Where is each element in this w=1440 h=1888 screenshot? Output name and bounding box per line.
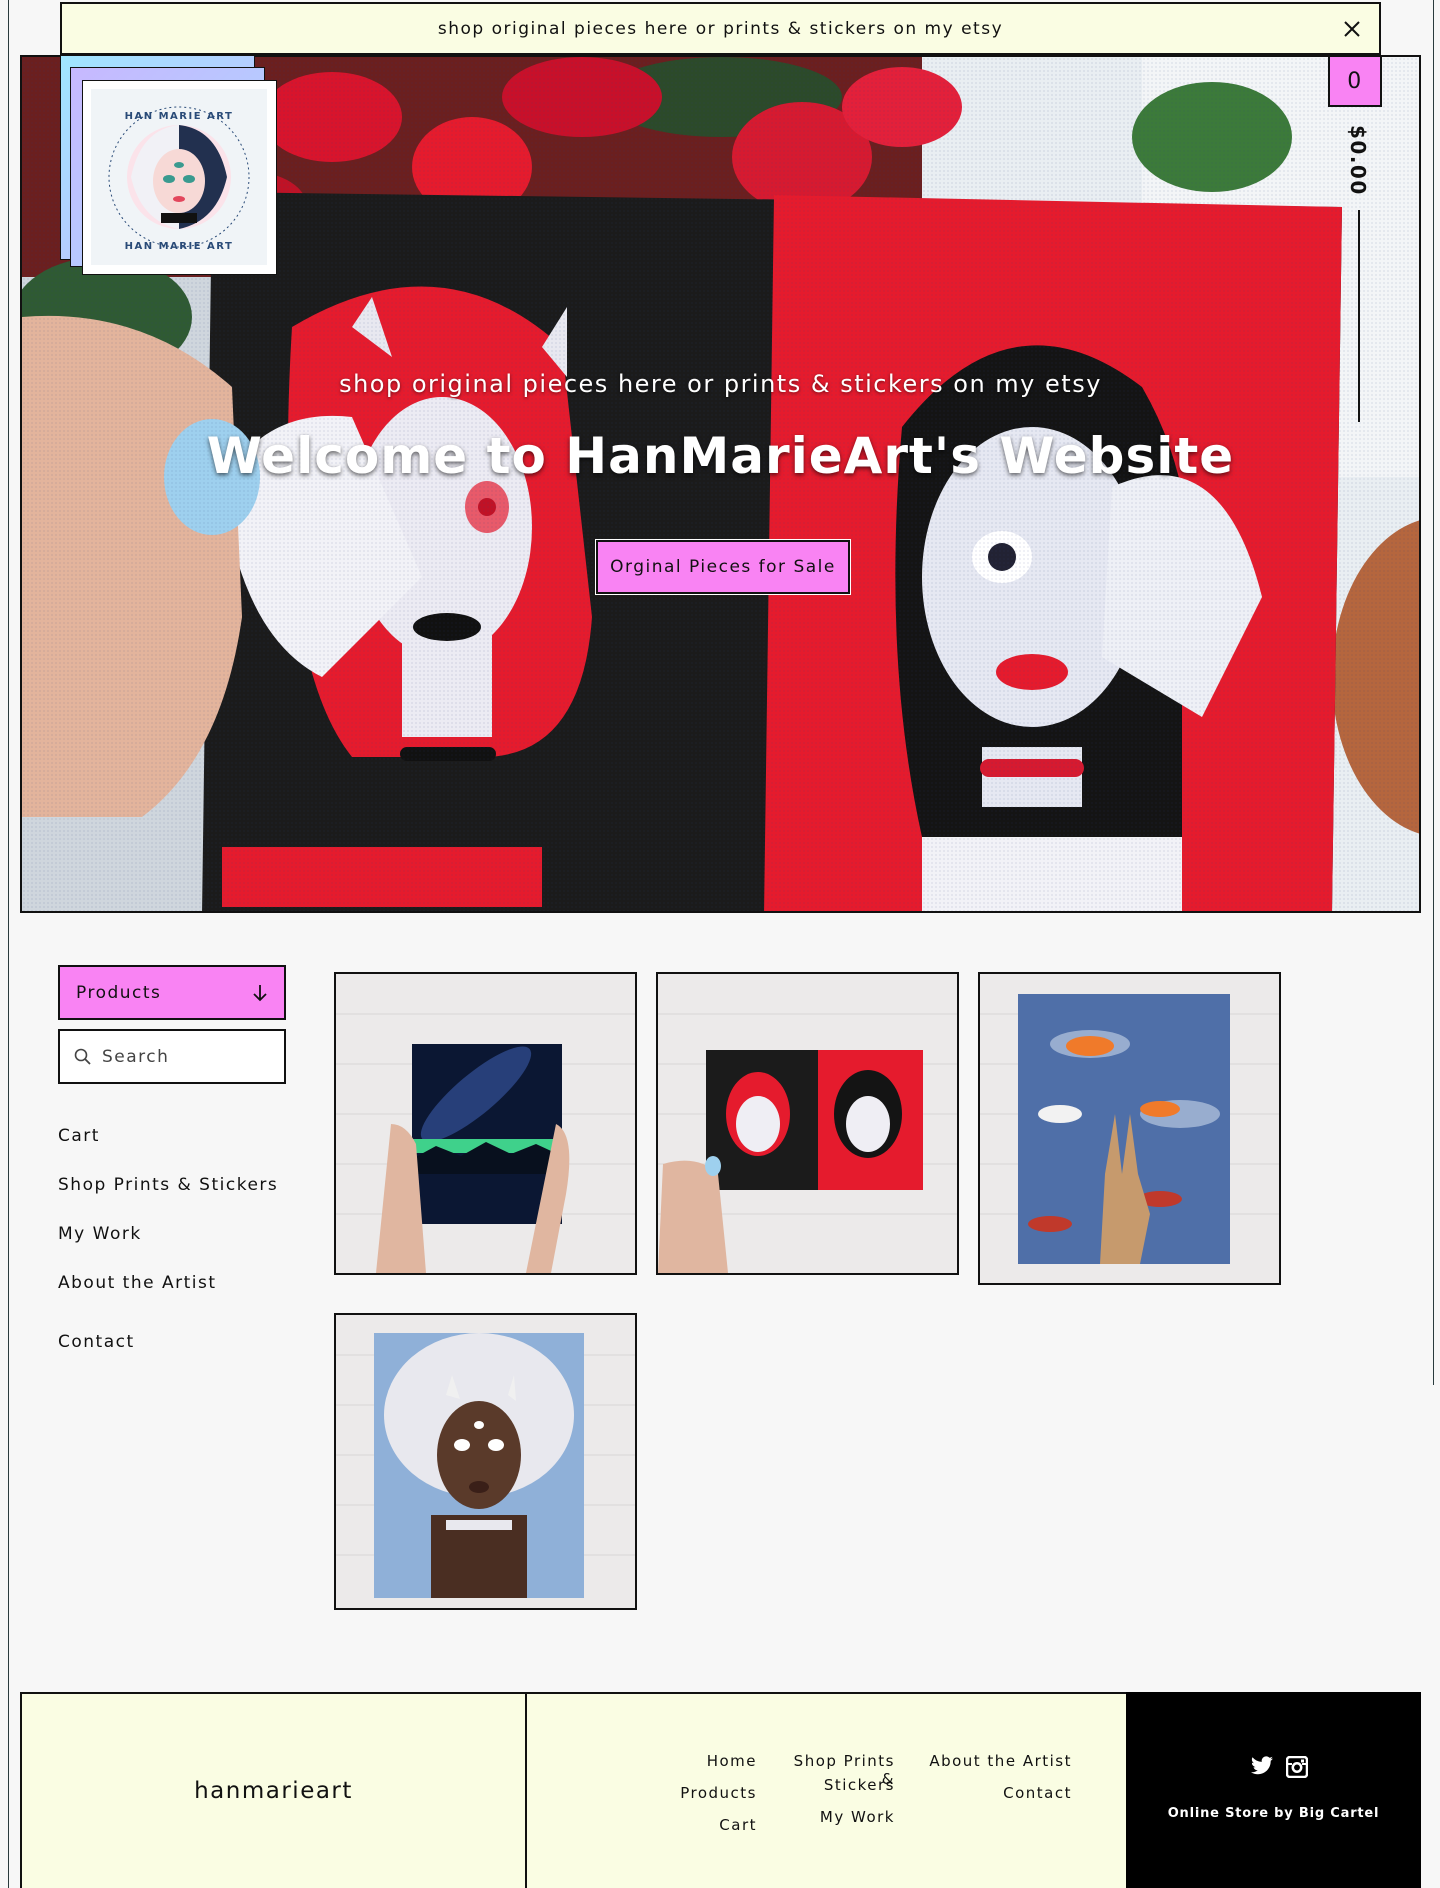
hero-title: Welcome to HanMarieArt's Website (206, 427, 1235, 485)
footer: hanmarieart Home Products Cart Shop Prin… (20, 1692, 1421, 1888)
close-icon[interactable] (1341, 18, 1363, 40)
footer-brand-name[interactable]: hanmarieart (194, 1778, 353, 1804)
instagram-icon[interactable] (1286, 1756, 1308, 1778)
footer-link-cart[interactable]: Cart (677, 1816, 757, 1834)
sidebar-item-about[interactable]: About the Artist (58, 1273, 217, 1293)
hero-subtitle: shop original pieces here or prints & st… (339, 370, 1102, 398)
search-input[interactable] (102, 1046, 262, 1067)
sidebar-item-cart[interactable]: Cart (58, 1126, 100, 1146)
product-image-afro-girl (336, 1315, 635, 1608)
logo-image: HAN MARIE ART HAN MARIE ART (82, 80, 277, 275)
footer-link-my-work[interactable]: My Work (777, 1808, 895, 1826)
product-card-1[interactable] (334, 972, 637, 1275)
search-box[interactable] (58, 1029, 286, 1084)
product-image-galaxy (336, 974, 635, 1273)
cart-count-badge[interactable]: 0 (1328, 55, 1382, 107)
logo-ring-top: HAN MARIE ART (125, 111, 234, 122)
product-image-koi-hand (980, 974, 1279, 1283)
sidebar-item-shop-prints[interactable]: Shop Prints & Stickers (58, 1175, 278, 1195)
logo-illustration: HAN MARIE ART HAN MARIE ART (91, 89, 267, 265)
footer-brand: hanmarieart (20, 1692, 527, 1888)
product-card-3[interactable] (978, 972, 1281, 1285)
cart-divider (1358, 210, 1360, 422)
logo-ring-bottom: HAN MARIE ART (125, 241, 234, 252)
announcement-bar: shop original pieces here or prints & st… (60, 2, 1381, 55)
footer-links: Home Products Cart Shop Prints & Sticker… (525, 1692, 1128, 1888)
original-pieces-button[interactable]: Orginal Pieces for Sale (596, 540, 850, 594)
twitter-icon[interactable] (1250, 1756, 1274, 1776)
products-dropdown[interactable]: Products (58, 965, 286, 1020)
footer-link-about[interactable]: About the Artist (922, 1752, 1072, 1770)
logo[interactable]: HAN MARIE ART HAN MARIE ART (60, 55, 280, 275)
product-image-devil-girls (658, 974, 957, 1273)
sidebar-item-my-work[interactable]: My Work (58, 1224, 142, 1244)
page-edge-left (8, 0, 9, 1888)
footer-link-contact[interactable]: Contact (952, 1784, 1072, 1802)
sidebar-item-contact[interactable]: Contact (58, 1332, 135, 1352)
product-card-2[interactable] (656, 972, 959, 1275)
footer-link-products[interactable]: Products (637, 1784, 757, 1802)
search-icon (74, 1048, 91, 1065)
page-edge-right (1433, 0, 1434, 1385)
products-dropdown-label: Products (76, 982, 162, 1003)
footer-link-home[interactable]: Home (677, 1752, 757, 1770)
arrow-down-icon (253, 984, 267, 1001)
product-card-4[interactable] (334, 1313, 637, 1610)
announcement-text[interactable]: shop original pieces here or prints & st… (438, 19, 1003, 39)
cart-total[interactable]: $0.00 (1340, 125, 1370, 196)
footer-social: Online Store by Big Cartel (1126, 1692, 1421, 1888)
footer-link-shop-prints-line2[interactable]: Stickers (777, 1776, 895, 1794)
footer-credit[interactable]: Online Store by Big Cartel (1126, 1806, 1421, 1821)
